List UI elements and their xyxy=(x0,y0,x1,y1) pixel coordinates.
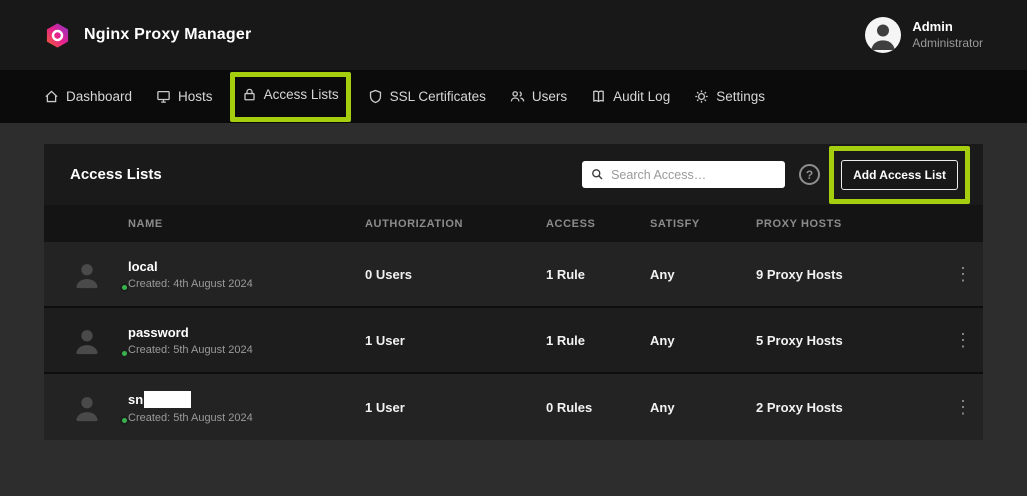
table-row[interactable]: local Created: 4th August 2024 0 Users 1… xyxy=(44,242,983,308)
authorization-cell: 1 User xyxy=(365,400,546,415)
column-header-satisfy: SATISFY xyxy=(650,218,756,230)
nav-label: Settings xyxy=(716,89,765,104)
proxy-hosts-cell: 5 Proxy Hosts xyxy=(756,333,948,348)
access-list-name: local xyxy=(128,259,158,274)
nav-label: Audit Log xyxy=(613,89,670,104)
avatar-cell xyxy=(44,390,128,424)
nav-item-settings[interactable]: Settings xyxy=(694,89,765,104)
online-status-dot xyxy=(120,416,129,425)
name-cell: sn Created: 5th August 2024 xyxy=(128,391,365,424)
nav-label: Hosts xyxy=(178,89,213,104)
monitor-icon xyxy=(156,89,171,104)
lock-icon xyxy=(242,87,257,102)
card-header: Access Lists ? Add Access List xyxy=(44,144,983,205)
created-date: Created: 5th August 2024 xyxy=(128,412,365,424)
name-cell: local Created: 4th August 2024 xyxy=(128,259,365,290)
help-button[interactable]: ? xyxy=(799,164,820,185)
help-icon: ? xyxy=(806,168,813,182)
gear-icon xyxy=(694,89,709,104)
avatar-cell xyxy=(44,257,128,291)
nav-label: SSL Certificates xyxy=(390,89,486,104)
book-icon xyxy=(591,89,606,104)
users-icon xyxy=(510,89,525,104)
shield-icon xyxy=(368,89,383,104)
created-date: Created: 4th August 2024 xyxy=(128,278,365,290)
nav-item-users[interactable]: Users xyxy=(510,89,567,104)
column-header-access: ACCESS xyxy=(546,218,650,230)
brand: Nginx Proxy Manager xyxy=(44,22,251,49)
access-list-name: sn xyxy=(128,392,143,407)
satisfy-cell: Any xyxy=(650,267,756,282)
avatar-cell xyxy=(44,323,128,357)
table-row[interactable]: password Created: 5th August 2024 1 User… xyxy=(44,308,983,374)
proxy-hosts-cell: 2 Proxy Hosts xyxy=(756,400,948,415)
nav-item-hosts[interactable]: Hosts xyxy=(156,89,213,104)
home-icon xyxy=(44,89,59,104)
column-header-authorization: AUTHORIZATION xyxy=(365,218,546,230)
row-menu-button[interactable]: ⋮ xyxy=(948,394,978,420)
column-header-name: NAME xyxy=(128,218,365,230)
access-list-name: password xyxy=(128,325,189,340)
nav-label: Users xyxy=(532,89,567,104)
user-avatar xyxy=(865,17,901,53)
table-header-row: NAME AUTHORIZATION ACCESS SATISFY PROXY … xyxy=(44,205,983,242)
nav-label: Access Lists xyxy=(264,87,339,102)
annotation-highlight-access-lists: Access Lists xyxy=(230,72,351,122)
kebab-menu-icon: ⋮ xyxy=(954,397,972,417)
person-icon xyxy=(865,17,901,53)
person-icon xyxy=(70,323,104,357)
app-title: Nginx Proxy Manager xyxy=(84,26,251,44)
created-date: Created: 5th August 2024 xyxy=(128,344,365,356)
user-meta: Admin Administrator xyxy=(912,19,983,50)
satisfy-cell: Any xyxy=(650,400,756,415)
access-cell: 0 Rules xyxy=(546,400,650,415)
person-icon xyxy=(70,390,104,424)
access-lists-card: Access Lists ? Add Access List NAME AUTH… xyxy=(44,144,983,440)
user-menu[interactable]: Admin Administrator xyxy=(865,17,983,53)
annotation-highlight-add-button: Add Access List xyxy=(829,146,970,204)
kebab-menu-icon: ⋮ xyxy=(954,264,972,284)
person-icon xyxy=(70,257,104,291)
online-status-dot xyxy=(120,283,129,292)
search-box xyxy=(582,161,785,188)
column-header-proxy-hosts: PROXY HOSTS xyxy=(756,218,948,230)
row-menu-button[interactable]: ⋮ xyxy=(948,327,978,353)
nav-item-ssl-certificates[interactable]: SSL Certificates xyxy=(368,89,486,104)
app-root: Nginx Proxy Manager Admin Administrator … xyxy=(0,0,1027,496)
top-header: Nginx Proxy Manager Admin Administrator xyxy=(0,0,1027,70)
online-status-dot xyxy=(120,349,129,358)
nav-label: Dashboard xyxy=(66,89,132,104)
row-menu-button[interactable]: ⋮ xyxy=(948,261,978,287)
user-role: Administrator xyxy=(912,36,983,51)
table-row[interactable]: sn Created: 5th August 2024 1 User 0 Rul… xyxy=(44,374,983,440)
satisfy-cell: Any xyxy=(650,333,756,348)
name-cell: password Created: 5th August 2024 xyxy=(128,325,365,356)
nav-item-audit-log[interactable]: Audit Log xyxy=(591,89,670,104)
avatar xyxy=(70,257,128,291)
access-cell: 1 Rule xyxy=(546,267,650,282)
authorization-cell: 1 User xyxy=(365,333,546,348)
nav-item-access-lists[interactable]: Access Lists xyxy=(242,87,339,102)
search-icon xyxy=(591,168,604,181)
search-input[interactable] xyxy=(611,168,776,182)
add-access-list-button[interactable]: Add Access List xyxy=(841,160,958,190)
npm-logo-icon xyxy=(44,22,71,49)
avatar xyxy=(70,390,128,424)
content-area: Access Lists ? Add Access List NAME AUTH… xyxy=(0,123,1027,440)
avatar xyxy=(70,323,128,357)
kebab-menu-icon: ⋮ xyxy=(954,330,972,350)
proxy-hosts-cell: 9 Proxy Hosts xyxy=(756,267,948,282)
user-name: Admin xyxy=(912,19,983,35)
redaction-overlay xyxy=(144,391,191,408)
main-nav: Dashboard Hosts Access Lists SSL Certifi… xyxy=(0,70,1027,123)
page-title: Access Lists xyxy=(70,166,162,183)
authorization-cell: 0 Users xyxy=(365,267,546,282)
nav-item-dashboard[interactable]: Dashboard xyxy=(44,89,132,104)
access-cell: 1 Rule xyxy=(546,333,650,348)
